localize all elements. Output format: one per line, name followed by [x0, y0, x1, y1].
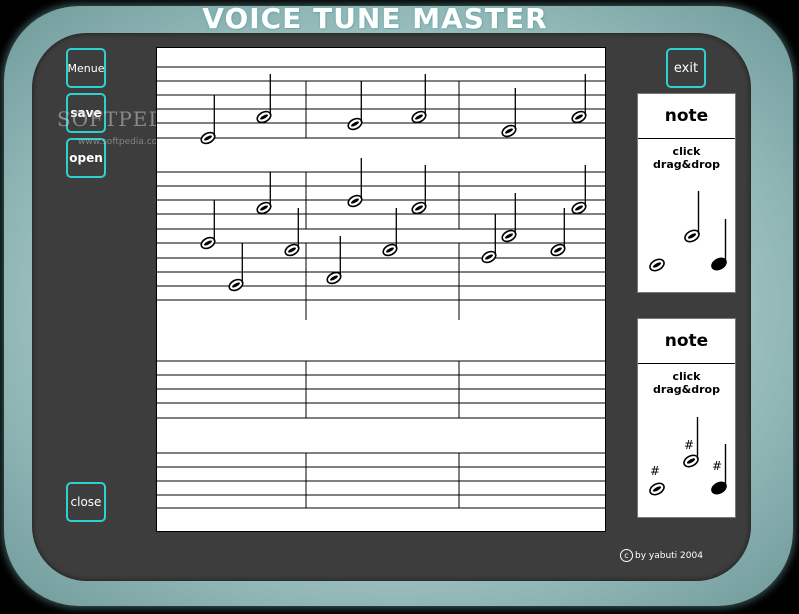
half-note[interactable] — [409, 165, 429, 217]
staff-canvas — [157, 66, 605, 509]
half-note[interactable] — [254, 172, 274, 217]
app-title: VOICE TUNE MASTER — [202, 2, 548, 35]
half-note[interactable] — [548, 208, 568, 259]
score-sheet[interactable] — [156, 47, 606, 532]
half-note[interactable] — [499, 88, 519, 140]
note-palette[interactable]: note click drag&drop — [637, 93, 736, 293]
half-note[interactable] — [499, 193, 519, 245]
palette-sharp-notes: # # # — [648, 417, 728, 497]
half-note[interactable] — [345, 158, 365, 210]
palette-notes — [648, 191, 728, 273]
quarter-note-icon[interactable] — [710, 219, 728, 272]
sharp-whole-note-icon[interactable]: # — [648, 464, 666, 497]
svg-text:#: # — [684, 438, 694, 452]
softpedia-url: www.softpedia.com — [78, 137, 166, 147]
whole-note-icon[interactable] — [648, 257, 666, 273]
menu-button[interactable]: Menue — [66, 48, 106, 88]
notes-layer — [198, 74, 589, 294]
sharp-quarter-note-icon[interactable]: # — [710, 444, 728, 496]
half-note[interactable] — [569, 165, 589, 217]
copyright-text: by yabuti 2004 — [635, 550, 703, 561]
half-note[interactable] — [226, 243, 246, 294]
staff-system — [157, 66, 605, 509]
half-note[interactable] — [569, 74, 589, 126]
half-note-icon[interactable] — [683, 191, 701, 244]
half-note[interactable] — [282, 208, 302, 259]
svg-text:#: # — [650, 464, 660, 478]
half-note[interactable] — [198, 200, 218, 252]
svg-text:#: # — [712, 459, 722, 473]
close-button[interactable]: close — [66, 482, 106, 522]
palette-title: note — [638, 94, 735, 139]
half-note[interactable] — [198, 95, 218, 147]
sharp-half-note-icon[interactable]: # — [682, 417, 700, 469]
palette-title: note — [638, 319, 735, 364]
copyright-icon: c — [620, 549, 633, 562]
half-note[interactable] — [254, 74, 274, 126]
sharp-note-palette[interactable]: note click drag&drop # # # — [637, 318, 736, 518]
half-note[interactable] — [380, 208, 400, 259]
half-note[interactable] — [479, 214, 499, 266]
exit-button[interactable]: exit — [666, 48, 706, 88]
half-note[interactable] — [345, 81, 365, 133]
half-note[interactable] — [409, 74, 429, 126]
copyright: c by yabuti 2004 — [620, 549, 703, 562]
